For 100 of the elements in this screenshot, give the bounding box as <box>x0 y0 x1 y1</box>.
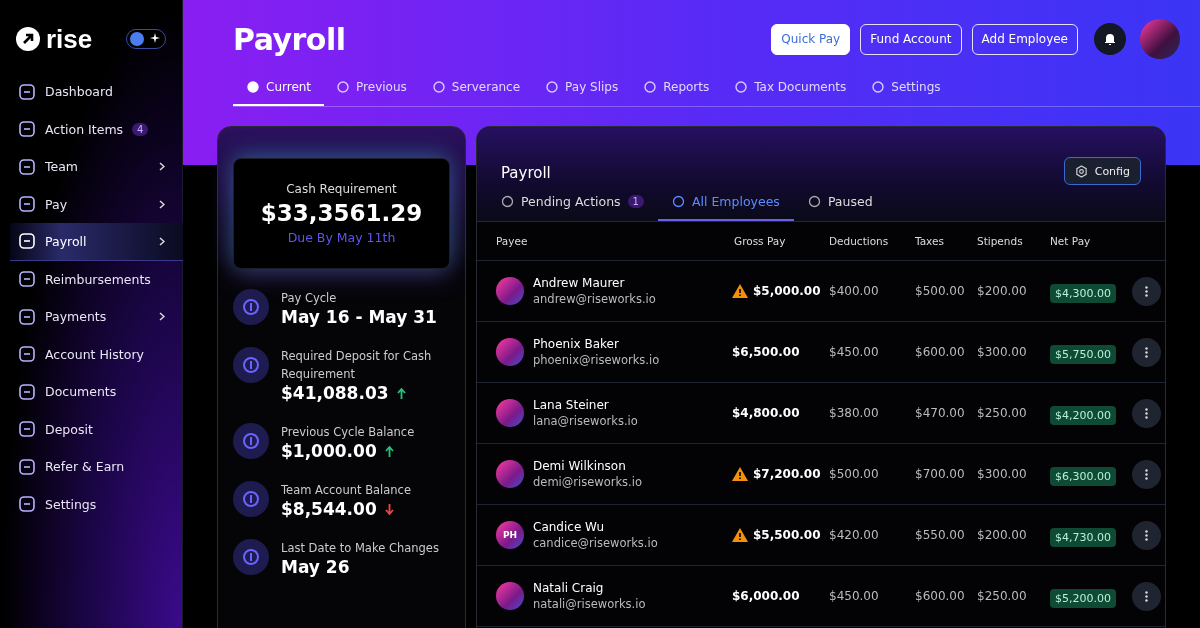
table-cell: $6,500.00 <box>732 345 800 359</box>
net-pay-badge: $5,750.00 <box>1050 344 1116 364</box>
page-tab[interactable]: Current <box>233 78 325 106</box>
sidebar-item[interactable]: Refer & Earn <box>10 448 183 486</box>
avatar-photo-placeholder <box>496 582 524 610</box>
table-cell-text: $550.00 <box>915 528 966 542</box>
table-cell-text: $200.00 <box>977 284 1028 298</box>
net-pay-badge: $4,200.00 <box>1050 405 1116 425</box>
column-header: Taxes <box>915 235 945 247</box>
table-cell-text: $300.00 <box>977 345 1028 359</box>
page-tab[interactable]: Reports <box>631 78 723 106</box>
more-options-button[interactable] <box>1132 459 1161 489</box>
sidebar-item[interactable]: Deposit <box>10 410 183 448</box>
table-cell-text: $470.00 <box>915 406 966 420</box>
sidebar-item[interactable]: Team <box>10 148 183 186</box>
employee-email: andrew@riseworks.io <box>533 292 656 306</box>
employee-name: Phoenix Baker <box>533 337 620 351</box>
logo-text: rise <box>46 26 93 52</box>
theme-toggle[interactable] <box>126 29 166 49</box>
cash-label: Cash Requirement <box>286 182 397 196</box>
page-title: Payroll <box>233 21 346 57</box>
header-button[interactable]: Fund Account <box>860 23 962 55</box>
count-badge: 1 <box>627 195 644 208</box>
table-cell-text: $250.00 <box>977 406 1028 420</box>
table-cell-text: $250.00 <box>977 589 1028 603</box>
more-options-button[interactable] <box>1132 337 1161 367</box>
table-tab[interactable]: Paused <box>793 189 887 221</box>
more-icon <box>1145 285 1148 297</box>
page-tab[interactable]: Tax Documents <box>722 78 860 106</box>
page-tab[interactable]: Serverance <box>419 78 534 106</box>
arrow-logo-icon <box>16 27 40 51</box>
table-cell-text: $300.00 <box>977 467 1028 481</box>
table-tab[interactable]: All Employees <box>658 189 794 221</box>
section-title: Payroll <box>501 164 551 182</box>
more-options-button[interactable] <box>1132 581 1161 611</box>
employee-name: Natali Craig <box>533 581 605 595</box>
more-icon <box>1145 529 1148 541</box>
table-cell: $7,200.00 <box>753 467 821 481</box>
stat-label: Pay Cycle <box>281 290 338 307</box>
table-cell-text: $420.00 <box>829 528 880 542</box>
table-cell-text: $600.00 <box>915 589 966 603</box>
table-tab[interactable]: Pending Actions 1 <box>501 189 658 221</box>
employee-name: Candice Wu <box>533 520 606 534</box>
sidebar-item[interactable]: Pay <box>10 185 183 223</box>
table-cell-text: $400.00 <box>829 284 880 298</box>
column-header: Gross Pay <box>734 235 787 247</box>
net-pay-badge: $4,300.00 <box>1050 283 1116 303</box>
bell-icon <box>1103 32 1117 46</box>
header-button[interactable]: Add Employee <box>971 23 1078 55</box>
notifications-button[interactable] <box>1094 23 1126 55</box>
avatar-initials: PH <box>502 530 518 540</box>
table-cell: $6,000.00 <box>732 589 800 603</box>
page-tab[interactable]: Previous <box>324 78 420 106</box>
header-button[interactable]: Quick Pay <box>771 23 851 55</box>
column-header: Deductions <box>829 235 890 247</box>
sidebar-item[interactable]: Payments <box>10 298 183 336</box>
sidebar-item[interactable]: Settings <box>10 485 183 523</box>
count-badge: 4 <box>132 122 149 136</box>
due-date: Due By May 11th <box>287 230 396 245</box>
employee-name: Andrew Maurer <box>533 276 626 290</box>
sidebar-item[interactable]: Account History <box>10 335 183 373</box>
sidebar-item[interactable]: Reimbursements <box>10 260 183 298</box>
sidebar-item[interactable]: Documents <box>10 373 183 411</box>
column-header: Payee <box>496 235 529 247</box>
stat-value: $8,544.00 <box>281 499 377 519</box>
employee-name: Lana Steiner <box>533 398 610 412</box>
more-icon <box>1145 468 1148 480</box>
employee-email: candice@riseworks.io <box>533 536 658 550</box>
stat-label: Required Deposit for Cash Requirement <box>281 348 433 383</box>
employee-name: Demi Wilkinson <box>533 459 627 473</box>
employee-email: lana@riseworks.io <box>533 414 638 428</box>
sidebar-item[interactable]: Payroll <box>10 223 183 261</box>
sidebar-item[interactable]: Dashboard <box>10 73 183 111</box>
settings-icon <box>1074 164 1088 178</box>
stat-value: May 26 <box>281 557 350 577</box>
page-tab[interactable]: Settings <box>859 78 954 106</box>
avatar-photo-placeholder <box>496 277 524 305</box>
employee-email: natali@riseworks.io <box>533 597 646 611</box>
table-cell: $4,800.00 <box>732 406 800 420</box>
table-cell: $5,000.00 <box>753 284 821 298</box>
user-avatar[interactable] <box>1140 19 1180 59</box>
table-cell-text: $200.00 <box>977 528 1028 542</box>
stat-value: May 16 - May 31 <box>281 307 437 327</box>
table-cell-text: $600.00 <box>915 345 966 359</box>
table-cell-text: $500.00 <box>829 467 880 481</box>
more-options-button[interactable] <box>1132 398 1161 428</box>
stat-label: Last Date to Make Changes <box>281 540 439 557</box>
sidebar-item[interactable]: Action Items 4 <box>10 110 183 148</box>
config-button[interactable]: Config <box>1063 157 1141 185</box>
net-pay-badge: $6,300.00 <box>1050 466 1116 486</box>
stat-label: Previous Cycle Balance <box>281 424 415 441</box>
more-options-button[interactable] <box>1132 276 1161 306</box>
net-pay-badge: $5,200.00 <box>1050 588 1116 608</box>
more-icon <box>1145 346 1148 358</box>
avatar-photo-placeholder <box>496 460 524 488</box>
page-tab[interactable]: Pay Slips <box>533 78 632 106</box>
more-options-button[interactable] <box>1132 520 1161 550</box>
table-cell-text: $500.00 <box>915 284 966 298</box>
avatar-photo-placeholder <box>496 399 524 427</box>
table-cell: $5,500.00 <box>753 528 821 542</box>
